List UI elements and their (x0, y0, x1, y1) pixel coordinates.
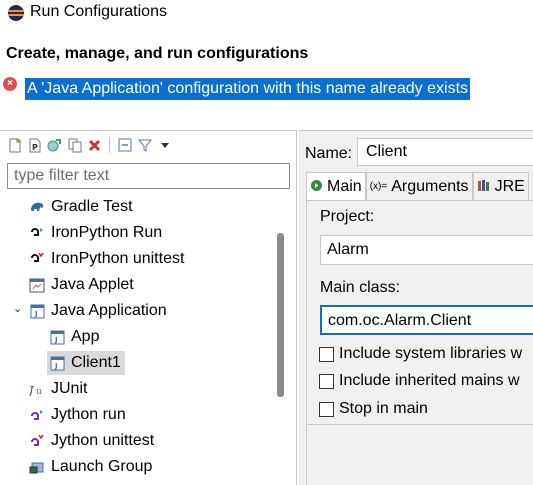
tree-item-java-application[interactable]: J Java Application (29, 299, 167, 323)
checkbox[interactable] (319, 401, 334, 417)
error-message: A 'Java Application' configuration with … (25, 78, 471, 100)
config-tabs: Main (x)= Arguments JRE (306, 172, 533, 200)
view-menu-icon[interactable] (156, 137, 173, 154)
tab-label: Main (327, 177, 362, 195)
tree-item-label: Gradle Test (51, 198, 133, 215)
tree-item-label: IronPython unittest (51, 250, 185, 267)
eclipse-logo-icon (8, 5, 24, 21)
main-class-label: Main class: (320, 279, 401, 296)
java-config-icon: J (49, 355, 65, 371)
checkbox-label: Include inherited mains w (339, 372, 520, 389)
dialog-heading: Create, manage, and run configurations (6, 45, 309, 62)
gradle-icon (29, 199, 45, 215)
checkbox-label: Include system libraries w (339, 345, 523, 362)
tree-item-jython-run[interactable]: Jython run (29, 403, 126, 427)
name-label: Name: (305, 145, 353, 162)
checkbox[interactable] (319, 346, 334, 362)
python-run-icon (29, 225, 45, 241)
tree-item-launch-group[interactable]: Launch Group (29, 455, 152, 479)
name-field[interactable]: Client (357, 138, 533, 166)
launch-group-icon (29, 459, 45, 475)
configuration-editor: Name: Client Main (x)= Arguments JRE Pro… (299, 130, 533, 485)
tab-main[interactable]: Main (306, 172, 366, 200)
svg-text:u: u (36, 387, 42, 396)
tree-item-gradle-test[interactable]: Gradle Test (29, 195, 133, 219)
new-launch-configuration-icon[interactable] (6, 137, 23, 154)
svg-text:P: P (32, 143, 38, 152)
filter-icon[interactable] (136, 137, 153, 154)
tree-item-label: Client1 (71, 354, 121, 371)
tab-arguments[interactable]: (x)= Arguments (365, 172, 473, 200)
tree-scrollbar[interactable] (277, 233, 284, 397)
tree-item-label: Java Application (51, 302, 167, 319)
tab-label: JRE (494, 177, 525, 195)
tree-item-ironpython-unittest[interactable]: IronPython unittest (29, 247, 184, 271)
tree-item-junit[interactable]: Ju JUnit (29, 377, 87, 401)
junit-icon: Ju (29, 381, 45, 397)
group-divider (308, 424, 533, 425)
main-tab-content: Project: Alarm Main class: com.oc.Alarm.… (306, 200, 533, 485)
tree-item-ironpython-run[interactable]: IronPython Run (29, 221, 162, 245)
dialog-header: Create, manage, and run configurations ×… (0, 26, 533, 130)
collapse-all-icon[interactable] (116, 137, 133, 154)
python-unittest-icon (29, 251, 45, 267)
new-prototype-icon[interactable]: P (26, 137, 43, 154)
tab-jre[interactable]: JRE (472, 172, 529, 200)
tree-item-label: Java Applet (51, 276, 134, 293)
title-bar: Run Configurations (0, 0, 533, 26)
tree-item-client1[interactable]: J Client1 (47, 351, 125, 375)
svg-text:J: J (34, 310, 38, 318)
jython-unittest-icon (29, 433, 45, 449)
arguments-icon: (x)= (369, 181, 388, 192)
error-icon: × (3, 77, 17, 91)
window-title: Run Configurations (30, 3, 167, 20)
include-inherited-mains-checkbox[interactable]: Include inherited mains w (319, 369, 520, 393)
checkbox-label: Stop in main (339, 400, 428, 417)
tree-item-label: Launch Group (51, 458, 153, 475)
duplicate-icon[interactable] (66, 137, 83, 154)
tree-item-app[interactable]: J App (49, 325, 99, 349)
config-toolbar: P (6, 135, 173, 155)
configuration-list-panel: P type filter text Gradle Test IronPytho… (0, 130, 297, 485)
jre-icon (477, 179, 491, 195)
main-tab-icon (310, 179, 323, 195)
tree-item-java-applet[interactable]: Java Applet (29, 273, 134, 297)
include-system-libraries-checkbox[interactable]: Include system libraries w (319, 342, 522, 366)
tree-item-label: IronPython Run (51, 224, 163, 241)
svg-text:J: J (29, 384, 34, 396)
filter-input[interactable]: type filter text (7, 163, 290, 189)
java-application-icon: J (29, 303, 45, 319)
java-config-icon: J (49, 329, 65, 345)
export-icon[interactable] (46, 137, 63, 154)
jython-run-icon (29, 407, 45, 423)
tree-item-label: JUnit (51, 380, 88, 397)
svg-text:J: J (54, 336, 58, 344)
checkbox[interactable] (319, 373, 334, 389)
tree-item-label: Jython run (51, 406, 126, 423)
main-class-field[interactable]: com.oc.Alarm.Client (320, 305, 533, 335)
chevron-down-icon[interactable]: ⌄ (13, 302, 22, 315)
tree-item-label: App (71, 328, 100, 345)
applet-icon (29, 277, 45, 293)
stop-in-main-checkbox[interactable]: Stop in main (319, 397, 428, 421)
tree-item-jython-unittest[interactable]: Jython unittest (29, 429, 154, 453)
toolbar-divider (109, 137, 110, 153)
tree-item-label: Jython unittest (51, 432, 155, 449)
svg-text:J: J (54, 362, 58, 370)
tab-label: Arguments (391, 177, 469, 195)
project-field[interactable]: Alarm (320, 235, 533, 265)
delete-icon[interactable] (86, 137, 103, 154)
project-label: Project: (320, 208, 375, 225)
